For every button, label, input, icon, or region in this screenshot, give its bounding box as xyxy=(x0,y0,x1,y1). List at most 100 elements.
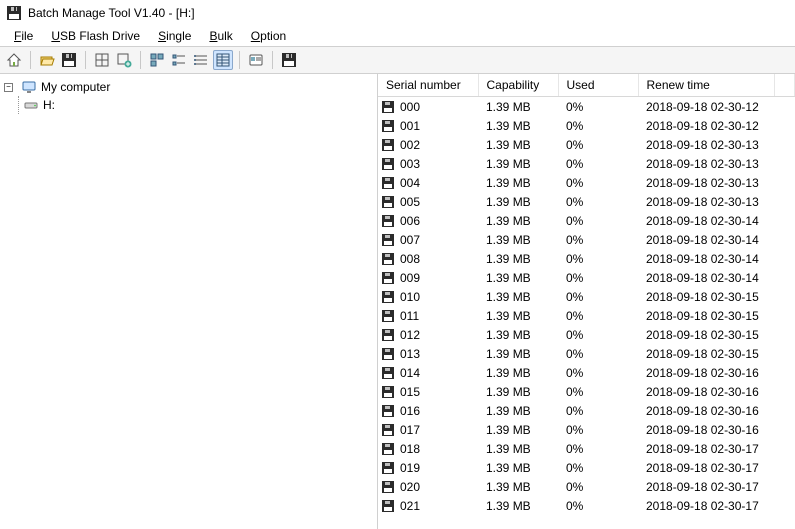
view-list-button[interactable] xyxy=(191,50,211,70)
cell-capability: 1.39 MB xyxy=(478,249,558,268)
cell-used: 0% xyxy=(558,344,638,363)
column-spacer xyxy=(775,74,795,97)
list-panel: Serial number Capability Used Renew time… xyxy=(378,74,795,529)
cell-renew-time: 2018-09-18 02-30-16 xyxy=(638,363,775,382)
floppy-icon xyxy=(380,99,396,115)
home-button[interactable] xyxy=(4,50,24,70)
cell-used: 0% xyxy=(558,477,638,496)
table-row[interactable]: 001 1.39 MB0%2018-09-18 02-30-12 xyxy=(378,116,795,135)
table-row[interactable]: 0191.39 MB0%2018-09-18 02-30-17 xyxy=(378,458,795,477)
table-row[interactable]: 0001.39 MB0%2018-09-18 02-30-12 xyxy=(378,97,795,117)
tree-root-row[interactable]: − My computer xyxy=(2,78,375,96)
table-row[interactable]: 0021.39 MB0%2018-09-18 02-30-13 xyxy=(378,135,795,154)
floppy-icon xyxy=(380,194,396,210)
cell-capability: 1.39 MB xyxy=(478,344,558,363)
cell-capability: 1.39 MB xyxy=(478,401,558,420)
open-button[interactable] xyxy=(37,50,57,70)
menu-option[interactable]: Option xyxy=(251,29,286,43)
cell-serial-number: 018 xyxy=(400,442,420,456)
cell-capability: 1.39 MB xyxy=(478,135,558,154)
cell-capability: 1.39 MB xyxy=(478,173,558,192)
cell-serial-number: 017 xyxy=(400,423,420,437)
column-renew-time[interactable]: Renew time xyxy=(638,74,775,97)
cell-serial-number: 007 xyxy=(400,233,420,247)
table-row[interactable]: 0181.39 MB0%2018-09-18 02-30-17 xyxy=(378,439,795,458)
cell-used: 0% xyxy=(558,306,638,325)
save-all-button[interactable] xyxy=(279,50,299,70)
menu-bulk[interactable]: Bulk xyxy=(209,29,232,43)
floppy-icon xyxy=(380,156,396,172)
cell-used: 0% xyxy=(558,382,638,401)
cell-serial-number: 006 xyxy=(400,214,420,228)
menu-usb-flash-drive[interactable]: USB Flash Drive xyxy=(51,29,140,43)
toolbar-separator xyxy=(272,51,273,69)
cell-renew-time: 2018-09-18 02-30-12 xyxy=(638,116,775,135)
column-serial-number[interactable]: Serial number xyxy=(378,74,478,97)
column-capability[interactable]: Capability xyxy=(478,74,558,97)
cell-renew-time: 2018-09-18 02-30-14 xyxy=(638,268,775,287)
cell-serial-number: 012 xyxy=(400,328,420,342)
cell-used: 0% xyxy=(558,192,638,211)
view-details-button[interactable] xyxy=(213,50,233,70)
cell-renew-time: 2018-09-18 02-30-16 xyxy=(638,401,775,420)
cell-serial-number: 001 xyxy=(400,119,420,133)
cell-used: 0% xyxy=(558,154,638,173)
table-row[interactable]: 0161.39 MB0%2018-09-18 02-30-16 xyxy=(378,401,795,420)
cell-capability: 1.39 MB xyxy=(478,268,558,287)
table-row[interactable]: 0051.39 MB0%2018-09-18 02-30-13 xyxy=(378,192,795,211)
cell-capability: 1.39 MB xyxy=(478,306,558,325)
grid-add-button[interactable] xyxy=(114,50,134,70)
cell-serial-number: 016 xyxy=(400,404,420,418)
cell-serial-number: 021 xyxy=(400,499,420,513)
table-row[interactable]: 0031.39 MB0%2018-09-18 02-30-13 xyxy=(378,154,795,173)
cell-used: 0% xyxy=(558,496,638,515)
cell-used: 0% xyxy=(558,116,638,135)
properties-button[interactable] xyxy=(246,50,266,70)
table-row[interactable]: 0151.39 MB0%2018-09-18 02-30-16 xyxy=(378,382,795,401)
toolbar-separator xyxy=(239,51,240,69)
table-row[interactable]: 0041.39 MB0%2018-09-18 02-30-13 xyxy=(378,173,795,192)
table-row[interactable]: 0211.39 MB0%2018-09-18 02-30-17 xyxy=(378,496,795,515)
cell-serial-number: 013 xyxy=(400,347,420,361)
drive-icon xyxy=(23,97,39,113)
menu-single[interactable]: Single xyxy=(158,29,191,43)
table-row[interactable]: 0081.39 MB0%2018-09-18 02-30-14 xyxy=(378,249,795,268)
table-row[interactable]: 0131.39 MB0%2018-09-18 02-30-15 xyxy=(378,344,795,363)
cell-capability: 1.39 MB xyxy=(478,116,558,135)
tree-drive-row[interactable]: H: xyxy=(2,96,375,114)
floppy-icon xyxy=(380,403,396,419)
cell-used: 0% xyxy=(558,97,638,117)
table-row[interactable]: 0091.39 MB0%2018-09-18 02-30-14 xyxy=(378,268,795,287)
cell-renew-time: 2018-09-18 02-30-15 xyxy=(638,306,775,325)
table-row[interactable]: 0121.39 MB0%2018-09-18 02-30-15 xyxy=(378,325,795,344)
save-button[interactable] xyxy=(59,50,79,70)
table-row[interactable]: 0061.39 MB0%2018-09-18 02-30-14 xyxy=(378,211,795,230)
grid-button[interactable] xyxy=(92,50,112,70)
cell-used: 0% xyxy=(558,458,638,477)
cell-used: 0% xyxy=(558,173,638,192)
cell-renew-time: 2018-09-18 02-30-15 xyxy=(638,287,775,306)
floppy-icon xyxy=(380,460,396,476)
table-row[interactable]: 0201.39 MB0%2018-09-18 02-30-17 xyxy=(378,477,795,496)
table-row[interactable]: 0101.39 MB0%2018-09-18 02-30-15 xyxy=(378,287,795,306)
cell-serial-number: 000 xyxy=(400,100,420,114)
cell-used: 0% xyxy=(558,287,638,306)
tree-collapse-icon[interactable]: − xyxy=(4,83,13,92)
column-used[interactable]: Used xyxy=(558,74,638,97)
cell-serial-number: 020 xyxy=(400,480,420,494)
floppy-icon xyxy=(380,232,396,248)
table-row[interactable]: 0141.39 MB0%2018-09-18 02-30-16 xyxy=(378,363,795,382)
cell-renew-time: 2018-09-18 02-30-14 xyxy=(638,211,775,230)
floppy-icon xyxy=(380,327,396,343)
menu-file[interactable]: File xyxy=(14,29,33,43)
table-row[interactable]: 0171.39 MB0%2018-09-18 02-30-16 xyxy=(378,420,795,439)
table-row[interactable]: 0071.39 MB0%2018-09-18 02-30-14 xyxy=(378,230,795,249)
cell-serial-number: 010 xyxy=(400,290,420,304)
cell-renew-time: 2018-09-18 02-30-17 xyxy=(638,477,775,496)
view-small-icons-button[interactable] xyxy=(169,50,189,70)
cell-renew-time: 2018-09-18 02-30-14 xyxy=(638,230,775,249)
computer-icon xyxy=(21,79,37,95)
view-large-icons-button[interactable] xyxy=(147,50,167,70)
table-row[interactable]: 0111.39 MB0%2018-09-18 02-30-15 xyxy=(378,306,795,325)
floppy-icon xyxy=(380,289,396,305)
